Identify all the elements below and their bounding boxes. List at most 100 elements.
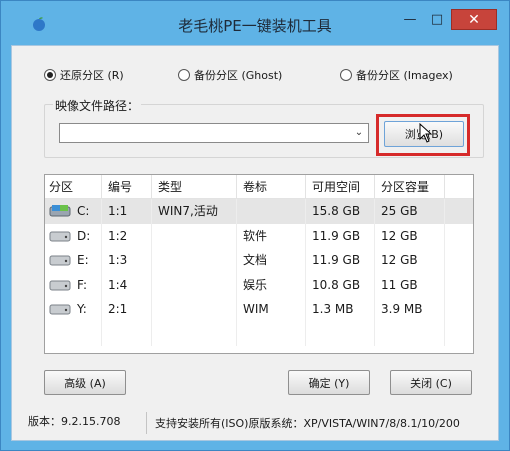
col-volume-label[interactable]: 卷标 (237, 175, 306, 198)
cell-free: 11.9 GB (306, 223, 375, 248)
cell-number: 2:1 (102, 297, 152, 322)
minimize-button[interactable]: — (397, 9, 423, 30)
cell-extra (445, 322, 473, 347)
col-partition[interactable]: 分区 (45, 175, 102, 198)
app-window: 老毛桃PE一键装机工具 — □ ✕ 还原分区 (R) 备份分区 (Ghost) … (0, 0, 510, 451)
cell-free: 10.8 GB (306, 272, 375, 297)
table-header: 分区 编号 类型 卷标 可用空间 分区容量 (45, 175, 473, 199)
cell-label: 软件 (237, 223, 306, 248)
cell-drive: F: (45, 272, 102, 297)
cell-type (152, 272, 237, 297)
radio-label: 还原分区 (R) (60, 69, 124, 82)
cell-label (237, 321, 306, 346)
table-row[interactable]: E: 1:3 文档 11.9 GB 12 GB (45, 248, 473, 273)
col-free-space[interactable]: 可用空间 (306, 175, 375, 198)
cell-drive: D: (45, 223, 102, 248)
partition-table: 分区 编号 类型 卷标 可用空间 分区容量 C: 1:1 WIN7,活动 15.… (44, 174, 474, 354)
cell-size: 12 GB (375, 248, 445, 273)
cell-extra (445, 224, 473, 249)
image-path-combobox[interactable]: ⌄ (59, 123, 369, 143)
advanced-button-label: 高级 (A) (64, 376, 106, 390)
cell-label: 文档 (237, 248, 306, 273)
supported-systems-text: 支持安装所有(ISO)原版系统：XP/VISTA/WIN7/8/8.1/10/2… (155, 417, 460, 430)
cell-number: 1:3 (102, 248, 152, 273)
table-row[interactable]: C: 1:1 WIN7,活动 15.8 GB 25 GB (45, 199, 473, 224)
close-icon: ✕ (468, 11, 480, 28)
cell-extra (445, 199, 473, 224)
cell-label: WIM (237, 297, 306, 322)
table-row[interactable]: F: 1:4 娱乐 10.8 GB 11 GB (45, 272, 473, 298)
mode-radio-group: 还原分区 (R) 备份分区 (Ghost) 备份分区 (Imagex) (44, 66, 484, 84)
cell-extra (445, 297, 473, 322)
drive-letter: E: (77, 253, 89, 268)
hard-drive-icon (49, 280, 71, 291)
radio-label: 备份分区 (Imagex) (356, 69, 453, 82)
main-panel: 还原分区 (R) 备份分区 (Ghost) 备份分区 (Imagex) 映像文件… (11, 45, 499, 441)
cell-free: 11.9 GB (306, 248, 375, 273)
cell-label: 娱乐 (237, 272, 306, 297)
maximize-button[interactable]: □ (424, 9, 450, 30)
cell-type: WIN7,活动 (152, 199, 237, 224)
radio-indicator (178, 69, 190, 81)
cell-type (152, 297, 237, 322)
hard-drive-icon (49, 231, 71, 242)
col-type[interactable]: 类型 (152, 175, 237, 198)
close-button[interactable]: 关闭 (C) (390, 370, 472, 395)
cell-drive: Y: (45, 297, 102, 322)
cell-extra (445, 273, 473, 298)
col-number[interactable]: 编号 (102, 175, 152, 198)
cell-size: 12 GB (375, 223, 445, 248)
radio-backup-ghost[interactable]: 备份分区 (Ghost) (178, 66, 318, 84)
table-row[interactable]: Y: 2:1 WIM 1.3 MB 3.9 MB (45, 297, 473, 322)
advanced-button[interactable]: 高级 (A) (44, 370, 126, 395)
close-button-label: 关闭 (C) (410, 376, 452, 390)
ok-button-label: 确定 (Y) (308, 376, 350, 390)
radio-restore-partition[interactable]: 还原分区 (R) (44, 66, 156, 84)
cell-extra (445, 248, 473, 273)
cell-free (306, 321, 375, 346)
cell-type (152, 321, 237, 346)
version-text: 版本：9.2.15.708 (26, 412, 147, 434)
cell-number: 1:1 (102, 199, 152, 224)
hard-drive-icon (49, 304, 71, 315)
system-drive-icon (49, 205, 71, 217)
table-row[interactable]: D: 1:2 软件 11.9 GB 12 GB (45, 223, 473, 249)
col-extra (445, 175, 473, 198)
cell-size: 3.9 MB (375, 297, 445, 322)
cell-type (152, 248, 237, 273)
cell-free: 1.3 MB (306, 297, 375, 322)
cell-free: 15.8 GB (306, 199, 375, 224)
minimize-icon: — (403, 12, 417, 27)
cell-number (102, 321, 152, 346)
drive-letter: D: (77, 228, 91, 243)
radio-label: 备份分区 (Ghost) (194, 69, 283, 82)
mouse-cursor-icon (419, 123, 433, 143)
cell-number: 1:2 (102, 223, 152, 248)
cell-size: 11 GB (375, 272, 445, 297)
ok-button[interactable]: 确定 (Y) (288, 370, 370, 395)
drive-letter: F: (77, 277, 88, 292)
radio-backup-imagex[interactable]: 备份分区 (Imagex) (340, 66, 453, 84)
cell-drive: C: (45, 199, 102, 224)
radio-indicator (44, 69, 56, 81)
drive-letter: Y: (77, 302, 87, 317)
radio-indicator (340, 69, 352, 81)
cell-size (375, 321, 445, 346)
cell-drive: E: (45, 248, 102, 273)
title-bar[interactable]: 老毛桃PE一键装机工具 — □ ✕ (1, 1, 509, 37)
image-path-group: 映像文件路径： ⌄ 浏览(B) (44, 97, 484, 158)
image-path-label: 映像文件路径： (53, 97, 142, 114)
maximize-icon: □ (430, 12, 444, 27)
cell-drive (45, 321, 102, 346)
close-window-button[interactable]: ✕ (451, 9, 497, 30)
status-bar: 版本：9.2.15.708 支持安装所有(ISO)原版系统：XP/VISTA/W… (26, 412, 498, 434)
hard-drive-icon (49, 255, 71, 266)
cell-number: 1:4 (102, 272, 152, 297)
cell-label (237, 199, 306, 224)
col-capacity[interactable]: 分区容量 (375, 175, 445, 198)
cell-size: 25 GB (375, 199, 445, 224)
drive-letter: C: (77, 204, 90, 219)
cell-type (152, 223, 237, 248)
table-row (45, 321, 473, 347)
chevron-down-icon[interactable]: ⌄ (352, 125, 366, 141)
